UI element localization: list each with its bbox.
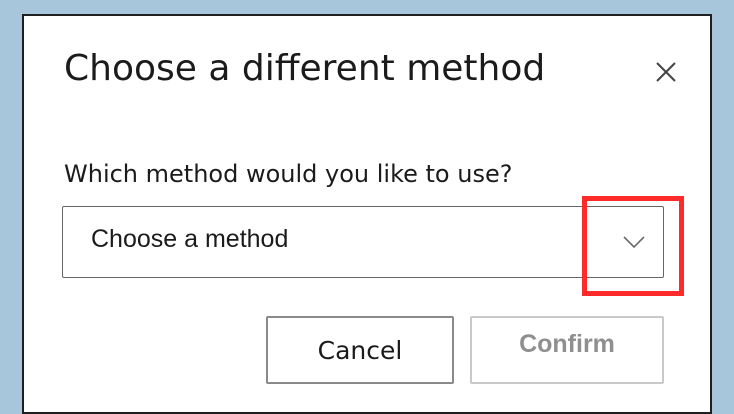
dialog-title: Choose a different method — [64, 48, 546, 89]
confirm-button[interactable]: Confirm — [470, 316, 664, 384]
method-question-label: Which method would you like to use? — [64, 160, 513, 188]
choose-method-dialog: Choose a different method Which method w… — [22, 14, 712, 414]
cancel-button[interactable]: Cancel — [266, 316, 454, 384]
confirm-button-label: Confirm — [519, 330, 615, 358]
chevron-down-icon[interactable] — [621, 229, 647, 255]
method-dropdown-value: Choose a method — [91, 225, 289, 253]
method-dropdown[interactable]: Choose a method — [62, 206, 664, 278]
close-icon[interactable] — [648, 54, 684, 90]
cancel-button-label: Cancel — [317, 335, 403, 365]
